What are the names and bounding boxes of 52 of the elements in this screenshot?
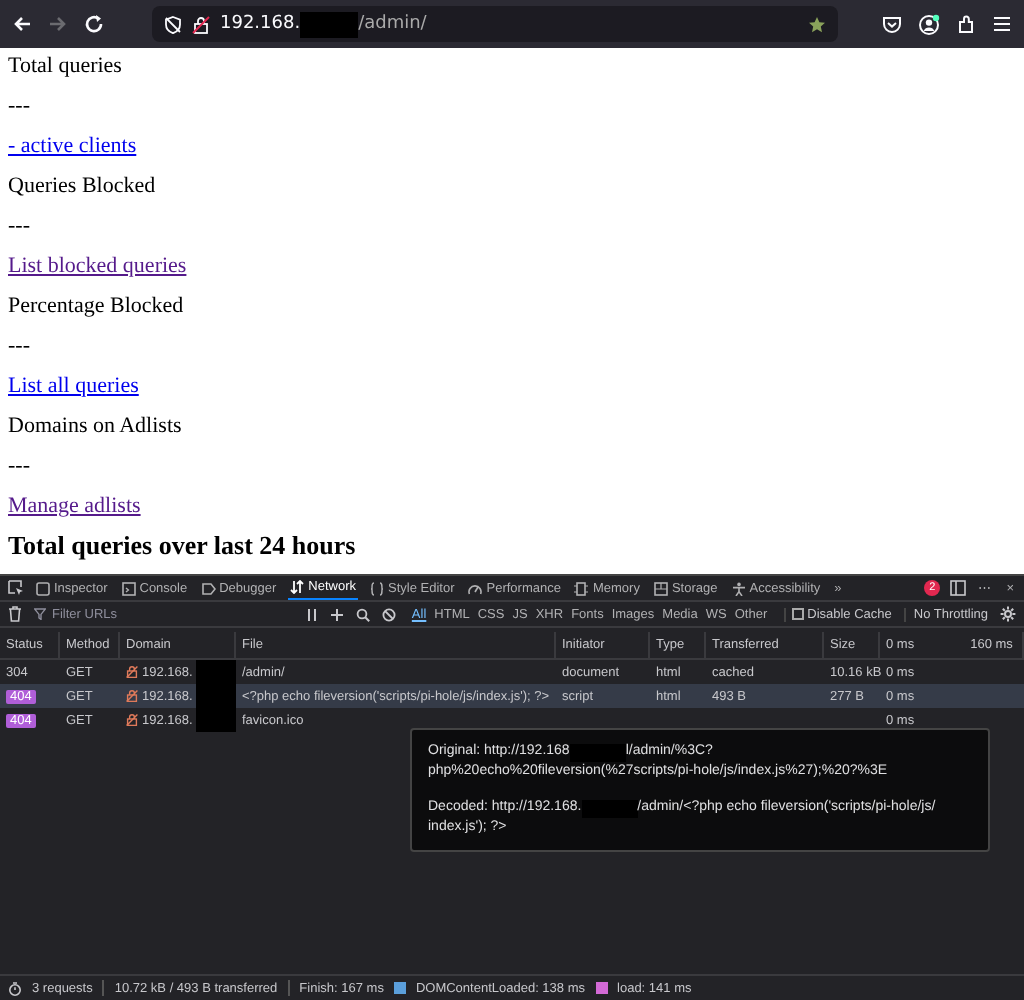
url-host: 192.168. <box>220 14 301 34</box>
block-icon[interactable] <box>381 607 396 621</box>
gauge-icon <box>468 581 483 595</box>
lock-icon <box>126 714 138 726</box>
plus-icon[interactable] <box>329 607 344 621</box>
page-link[interactable]: List all queries <box>8 372 139 400</box>
page-text: --- <box>8 92 30 120</box>
dock-icon[interactable] <box>950 580 967 596</box>
person-icon <box>731 581 746 595</box>
chip-icon <box>574 581 589 595</box>
pocket-icon[interactable] <box>882 14 902 34</box>
lock-icon <box>126 666 138 678</box>
page-text: --- <box>8 332 30 360</box>
timer-icon <box>8 981 22 995</box>
page-text: --- <box>8 212 30 240</box>
extensions-icon[interactable] <box>956 14 976 34</box>
storage-icon <box>653 581 668 595</box>
star-icon[interactable] <box>808 15 826 33</box>
redaction-block <box>300 11 359 37</box>
redaction-block <box>196 708 236 732</box>
page-text: Queries Blocked <box>8 172 156 200</box>
page-text: Total queries <box>8 52 122 80</box>
menu-icon[interactable] <box>992 14 1012 34</box>
page-text: --- <box>8 452 30 480</box>
url-field[interactable]: 192.168. /admin/ <box>152 6 838 42</box>
pause-icon[interactable] <box>305 607 318 621</box>
legend-square <box>595 982 608 994</box>
back-icon[interactable] <box>12 14 32 34</box>
settings-icon[interactable] <box>1000 606 1016 622</box>
arrows-icon <box>290 580 305 594</box>
trash-icon[interactable] <box>8 606 22 622</box>
page-link[interactable]: List blocked queries <box>8 252 187 280</box>
search-icon[interactable] <box>355 607 370 621</box>
url-path: /admin/ <box>358 14 427 34</box>
page-text: Percentage Blocked <box>8 292 184 320</box>
filter-icon <box>34 608 46 620</box>
console-icon <box>121 581 136 595</box>
page-link[interactable]: Manage adlists <box>8 492 141 520</box>
reload-icon[interactable] <box>84 14 104 34</box>
section-heading: Total queries over last 24 hours <box>8 532 356 560</box>
account-icon[interactable] <box>918 13 940 35</box>
lock-icon <box>192 15 210 33</box>
page-link[interactable]: - active clients <box>8 132 137 160</box>
lock-icon <box>126 690 138 702</box>
square-icon <box>36 581 50 595</box>
braces-icon <box>370 581 385 595</box>
redaction-block <box>196 660 236 684</box>
tag-icon <box>201 581 216 595</box>
picker-icon[interactable] <box>8 580 24 596</box>
shield-icon <box>164 15 182 33</box>
page-text: Domains on Adlists <box>8 412 182 440</box>
legend-square <box>393 982 406 994</box>
